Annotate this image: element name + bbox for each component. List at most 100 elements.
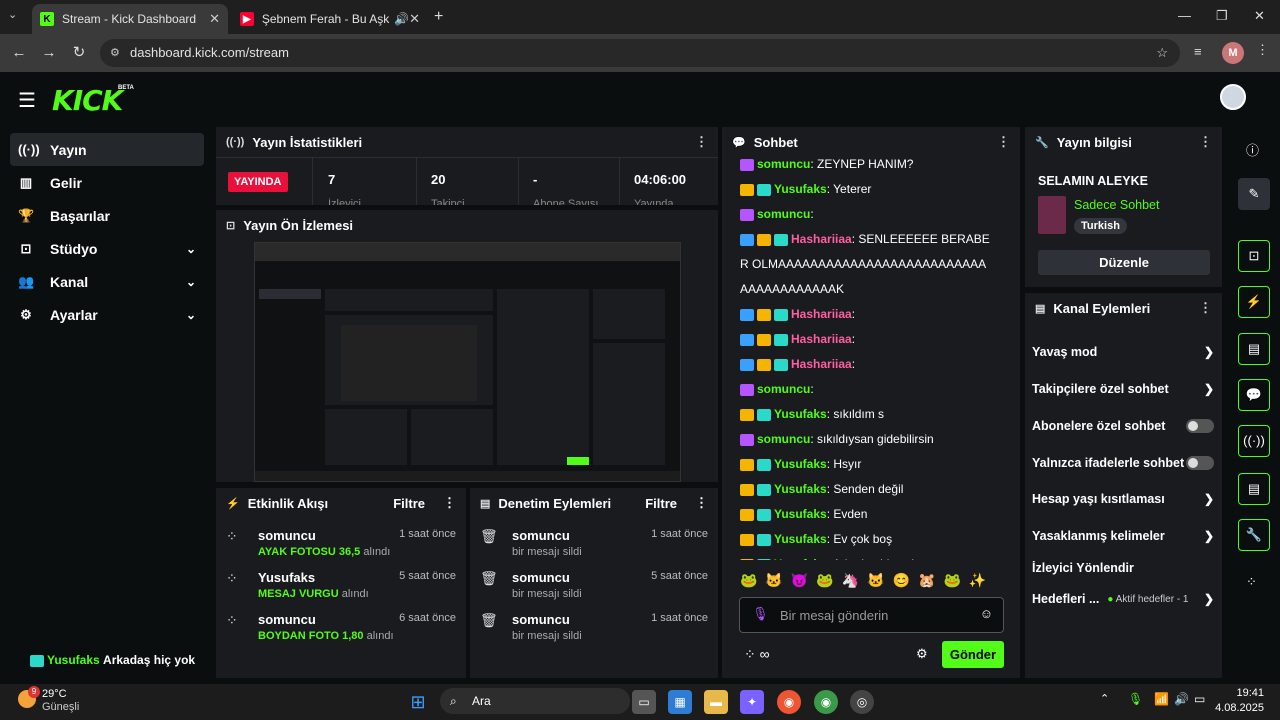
chat-username[interactable]: Yusufaks: [774, 507, 827, 521]
more-options-icon[interactable]: ⋮: [443, 495, 456, 511]
wrench-widget-icon[interactable]: 🔧: [1238, 519, 1270, 551]
user-avatar[interactable]: [1220, 84, 1246, 110]
filter-button[interactable]: Filtre: [645, 496, 677, 511]
tab-list-icon[interactable]: ⌄: [8, 8, 17, 21]
window-close-icon[interactable]: ✕: [1254, 8, 1265, 24]
volume-icon[interactable]: 🔊: [1174, 692, 1189, 706]
maximize-icon[interactable]: ❐: [1216, 8, 1228, 24]
battery-icon[interactable]: ▭: [1194, 692, 1205, 706]
follower-label: Takipçi: [431, 198, 465, 205]
chat-widget-icon[interactable]: 💬: [1238, 379, 1270, 411]
preview-widget-icon[interactable]: ⊡: [1238, 240, 1270, 272]
chat-username[interactable]: somuncu: [757, 382, 810, 396]
edit-layout-icon[interactable]: ✎: [1238, 178, 1270, 210]
file-explorer-icon[interactable]: ▬: [704, 690, 728, 714]
obs-icon[interactable]: ◎: [850, 690, 874, 714]
emote-only-toggle[interactable]: [1186, 456, 1214, 470]
chat-username[interactable]: Hashariiaa: [791, 232, 852, 246]
tab-kick-dashboard[interactable]: K Stream - Kick Dashboard ✕: [32, 4, 228, 34]
store-icon[interactable]: ▦: [668, 690, 692, 714]
chat-message: Hashariiaa: SENLEEEEEE BERABER OLMAAAAAA…: [724, 227, 994, 302]
account-age-item[interactable]: Hesap yaşı kısıtlaması ❯: [1032, 492, 1214, 506]
subs-only-toggle[interactable]: [1186, 419, 1214, 433]
chat-username[interactable]: Hashariiaa: [791, 332, 852, 346]
broadcast-widget-icon[interactable]: ((·)): [1238, 425, 1270, 457]
broadcast-icon: ((·)): [226, 136, 245, 148]
chrome-icon[interactable]: ◉: [777, 690, 801, 714]
emote-bar[interactable]: 🐸🐱😈🐸🦄🐱😊🐹🐸✨: [740, 572, 994, 589]
chat-text: Hsyır: [833, 457, 862, 471]
more-options-icon[interactable]: ⋮: [1199, 300, 1212, 316]
chat-username[interactable]: Yusufaks: [774, 532, 827, 546]
back-icon[interactable]: ←: [8, 42, 30, 64]
chat-message-list[interactable]: somuncu: ZEYNEP HANIM? Yusufaks: Yeterer s…: [724, 152, 1018, 560]
wifi-icon[interactable]: 📶: [1154, 692, 1169, 706]
points-widget-icon[interactable]: ⁘: [1246, 574, 1257, 590]
url-input[interactable]: ⚙ dashboard.kick.com/stream ☆: [100, 39, 1180, 67]
more-options-icon[interactable]: ⋮: [1199, 134, 1212, 150]
stream-title: SELAMIN ALEYKE: [1038, 174, 1148, 188]
profile-avatar[interactable]: M: [1222, 42, 1244, 64]
send-button[interactable]: Gönder: [942, 641, 1004, 668]
sidebar-item-ayarlar[interactable]: ⚙ Ayarlar ⌄: [10, 298, 204, 331]
more-options-icon[interactable]: ⋮: [695, 134, 708, 150]
chat-username[interactable]: somuncu: [757, 157, 810, 171]
chat-username[interactable]: Yusufaks: [774, 557, 827, 560]
edit-button[interactable]: Düzenle: [1038, 250, 1210, 275]
banned-words-item[interactable]: Yasaklanmış kelimeler ❯: [1032, 529, 1214, 543]
document-widget-icon[interactable]: ▤: [1238, 333, 1270, 365]
sidebar-item-gelir[interactable]: ▥ Gelir: [10, 166, 204, 199]
tray-overflow-icon[interactable]: ⌃: [1100, 692, 1109, 705]
info-icon[interactable]: ⓘ: [1246, 140, 1259, 159]
category-link[interactable]: Sadece Sohbet: [1074, 198, 1160, 212]
chat-username[interactable]: somuncu: [757, 432, 810, 446]
emoji-picker-icon[interactable]: ☺: [980, 606, 993, 621]
more-options-icon[interactable]: ⋮: [695, 495, 708, 511]
channel-widget-icon[interactable]: ▤: [1238, 473, 1270, 505]
raid-item[interactable]: İzleyici Yönlendir: [1032, 561, 1214, 575]
reload-icon[interactable]: ↻: [68, 42, 90, 64]
chat-username[interactable]: Yusufaks: [774, 482, 827, 496]
bookmark-star-icon[interactable]: ☆: [1156, 39, 1168, 67]
site-info-icon[interactable]: ⚙: [110, 39, 120, 67]
audio-icon[interactable]: 🔊: [394, 12, 409, 26]
stream-preview-video[interactable]: [254, 242, 681, 482]
sidebar-item-studyo[interactable]: ⊡ Stüdyo ⌄: [10, 232, 204, 265]
url-text: dashboard.kick.com/stream: [130, 45, 289, 60]
chat-bubble-icon: 💬: [732, 136, 746, 149]
browser-menu-icon[interactable]: ⋮: [1256, 42, 1269, 58]
minimize-icon[interactable]: —: [1178, 8, 1191, 23]
sidebar-item-kanal[interactable]: 👥 Kanal ⌄: [10, 265, 204, 298]
new-tab-icon[interactable]: +: [434, 8, 443, 26]
chrome-profile-icon[interactable]: ◉: [814, 690, 838, 714]
goals-item[interactable]: Hedefleri ... ● Aktif hedefler - 1 ❯: [1032, 592, 1214, 606]
chat-settings-icon[interactable]: ⚙: [916, 646, 928, 662]
close-tab-icon[interactable]: ✕: [209, 11, 220, 27]
chat-username[interactable]: Yusufaks: [774, 182, 827, 196]
media-control-icon[interactable]: ≡: [1194, 44, 1202, 59]
chat-username[interactable]: Yusufaks: [774, 457, 827, 471]
tab-youtube[interactable]: ▶ Şebnem Ferah - Bu Aşk Fazla 🔊 ✕: [232, 4, 428, 34]
sidebar-item-basarilar[interactable]: 🏆 Başarılar: [10, 199, 204, 232]
forward-icon[interactable]: →: [38, 42, 60, 64]
sidebar-item-yayin[interactable]: ((·)) Yayın: [10, 133, 204, 166]
points-icon[interactable]: ⁘ ∞: [744, 646, 770, 663]
chat-username[interactable]: Hashariiaa: [791, 307, 852, 321]
taskbar-search[interactable]: ⌕ Ara: [440, 688, 630, 714]
copilot-icon[interactable]: ✦: [740, 690, 764, 714]
close-tab-icon[interactable]: ✕: [409, 11, 420, 27]
lightning-widget-icon[interactable]: ⚡: [1238, 286, 1270, 318]
task-view-icon[interactable]: ▭: [632, 690, 656, 714]
slow-mode-item[interactable]: Yavaş mod ❯: [1032, 345, 1214, 359]
chat-username[interactable]: Yusufaks: [774, 407, 827, 421]
mic-tray-icon[interactable]: 🎙: [1128, 692, 1143, 706]
kick-logo[interactable]: KICK: [52, 84, 123, 117]
chat-username[interactable]: Hashariiaa: [791, 357, 852, 371]
chat-username[interactable]: somuncu: [757, 207, 810, 221]
chat-input[interactable]: 🎙 Bir mesaj gönderin ☺: [739, 597, 1004, 633]
followers-only-item[interactable]: Takipçilere özel sohbet ❯: [1032, 382, 1214, 396]
filter-button[interactable]: Filtre: [393, 496, 425, 511]
hamburger-menu-icon[interactable]: ☰: [18, 88, 36, 113]
windows-start-icon[interactable]: ⊞: [406, 690, 430, 714]
more-options-icon[interactable]: ⋮: [997, 134, 1010, 150]
